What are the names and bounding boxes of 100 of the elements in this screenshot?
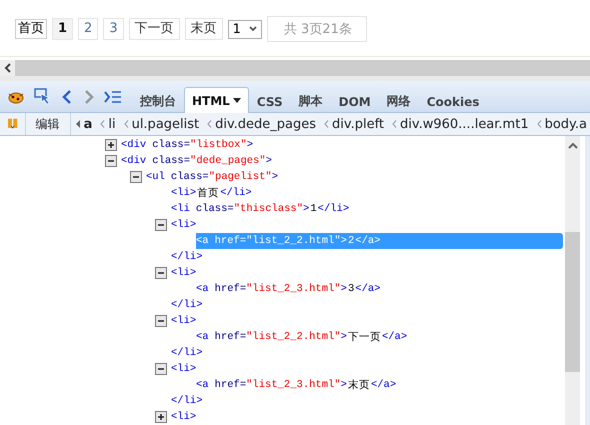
markup-token: 1 xyxy=(310,203,317,215)
markup-token: <ul xyxy=(146,171,165,183)
markup-token: "list_2_3.html" xyxy=(246,379,341,391)
markup-token: </a> xyxy=(355,235,380,247)
panel-tab[interactable]: 控制台 xyxy=(132,89,184,113)
markup-token: "list_2_2.html" xyxy=(246,235,341,247)
markup-token: </li> xyxy=(220,187,252,199)
page-number[interactable]: 1 xyxy=(52,18,74,40)
markup-token: 末页 xyxy=(348,378,370,392)
breadcrumb-item[interactable]: ul.pagelist xyxy=(132,116,202,132)
collapse-icon[interactable] xyxy=(155,219,167,231)
markup-token: > xyxy=(340,235,347,247)
markup-token: href= xyxy=(214,235,246,247)
markup-token: </li> xyxy=(171,395,203,407)
scroll-left-icon[interactable] xyxy=(76,120,81,128)
markup-line[interactable]: <li> xyxy=(171,361,200,377)
collapse-icon[interactable] xyxy=(155,315,167,327)
markup-token: "list_2_3.html" xyxy=(246,283,341,295)
markup-line[interactable]: <a href="list_2_3.html">末页</a> xyxy=(196,377,400,393)
markup-line[interactable]: </li> xyxy=(171,393,207,409)
inspect-icon[interactable] xyxy=(34,88,52,106)
markup-token: class= xyxy=(152,155,190,167)
page-link[interactable]: 末页 xyxy=(184,18,223,40)
breadcrumb-item[interactable]: div.dede_pages xyxy=(215,116,320,132)
markup-token: href= xyxy=(214,379,246,391)
markup-token: > xyxy=(272,171,278,183)
markup-token: > xyxy=(340,379,347,391)
breadcrumb-item[interactable]: li xyxy=(108,116,119,132)
markup-token: 下一页 xyxy=(348,331,381,344)
markup-line[interactable]: <li> xyxy=(171,217,200,233)
collapse-icon[interactable] xyxy=(155,267,167,279)
markup-line[interactable]: <li class="thisclass">1</li> xyxy=(171,201,354,217)
markup-token: <li> xyxy=(171,219,196,231)
markup-line[interactable]: </li> xyxy=(171,249,207,265)
markup-line[interactable]: <div class="listbox"> xyxy=(121,137,258,153)
expand-icon[interactable] xyxy=(105,139,117,151)
markup-token: <a xyxy=(196,331,209,343)
markup-token: class= xyxy=(196,203,234,215)
command-line-icon[interactable] xyxy=(104,90,122,104)
breadcrumb-item[interactable]: div.pleft xyxy=(332,116,388,132)
markup-token: href= xyxy=(214,331,246,343)
markup-line[interactable]: </li> xyxy=(171,345,207,361)
page-number[interactable]: 3 xyxy=(103,18,124,40)
markup-line[interactable]: <a href="list_2_2.html">下一页</a> xyxy=(196,329,412,345)
breadcrumb-item[interactable]: a xyxy=(84,116,96,132)
chevron-icon xyxy=(100,120,106,128)
markup-line[interactable]: <li>首页</li> xyxy=(171,185,256,201)
chevron-icon xyxy=(536,120,542,128)
panel-tab[interactable]: DOM xyxy=(330,89,379,113)
markup-token: "thisclass" xyxy=(234,203,304,215)
back-icon[interactable] xyxy=(60,89,74,105)
markup-token: <a xyxy=(196,235,209,247)
breadcrumb-item[interactable]: body.a xyxy=(544,116,590,132)
breadcrumb-item[interactable]: div.w960....lear.mt1 xyxy=(400,116,532,132)
markup-line[interactable]: <ul class="pagelist"> xyxy=(146,169,282,185)
markup-token: > xyxy=(340,331,347,343)
scroll-left-icon[interactable] xyxy=(0,60,15,76)
markup-line[interactable]: <li> xyxy=(171,313,200,329)
markup-token: 2 xyxy=(348,235,354,247)
markup-line[interactable]: </li> xyxy=(171,297,207,313)
markup-token: <li> xyxy=(171,267,196,279)
panel-tab[interactable]: 脚本 xyxy=(290,89,331,113)
page-select[interactable]: 1 xyxy=(228,20,262,38)
collapse-icon[interactable] xyxy=(105,155,117,167)
expand-icon[interactable] xyxy=(155,411,167,423)
markup-token: > xyxy=(340,283,347,295)
markup-token: "pagelist" xyxy=(208,171,272,183)
collapse-icon[interactable] xyxy=(155,363,167,375)
collapse-icon[interactable] xyxy=(130,171,142,183)
page-number[interactable]: 2 xyxy=(78,18,98,40)
markup-token: > xyxy=(303,203,310,215)
page-link[interactable]: 下一页 xyxy=(128,18,180,40)
markup-line[interactable]: <a href="list_2_3.html">3</a> xyxy=(196,281,384,297)
panel-tab[interactable]: 网络 xyxy=(378,89,419,113)
markup-token: "list_2_2.html" xyxy=(246,331,341,343)
markup-line[interactable]: <li> xyxy=(171,265,200,281)
markup-token: > xyxy=(266,155,272,167)
panel-tab[interactable]: CSS xyxy=(248,89,291,113)
markup-token: </a> xyxy=(382,331,408,343)
markup-token: class= xyxy=(170,171,209,183)
markup-token: class= xyxy=(152,139,190,151)
dropdown-icon xyxy=(248,26,257,32)
scroll-up-icon[interactable] xyxy=(568,142,578,150)
panel-tab[interactable]: HTML xyxy=(184,87,249,113)
markup-token: </li> xyxy=(171,251,203,263)
markup-token: "dede_pages" xyxy=(190,155,266,167)
markup-token: </a> xyxy=(355,283,380,295)
chevron-icon xyxy=(392,120,398,128)
panel-tab[interactable]: Cookies xyxy=(418,89,488,113)
markup-token: 首页 xyxy=(197,186,220,200)
markup-line[interactable]: <li> xyxy=(171,409,200,425)
markup-token: > xyxy=(246,139,254,151)
scrollbar-thumb[interactable] xyxy=(565,232,580,372)
chevron-icon xyxy=(324,120,330,128)
edit-button[interactable]: 编辑 xyxy=(24,113,71,135)
markup-line[interactable]: <div class="dede_pages"> xyxy=(121,153,276,169)
scrollbar-thumb[interactable] xyxy=(15,60,590,76)
markup-token: 3 xyxy=(348,283,354,295)
page-count: 共 3页21条 xyxy=(266,16,367,42)
markup-token: </li> xyxy=(171,299,203,311)
